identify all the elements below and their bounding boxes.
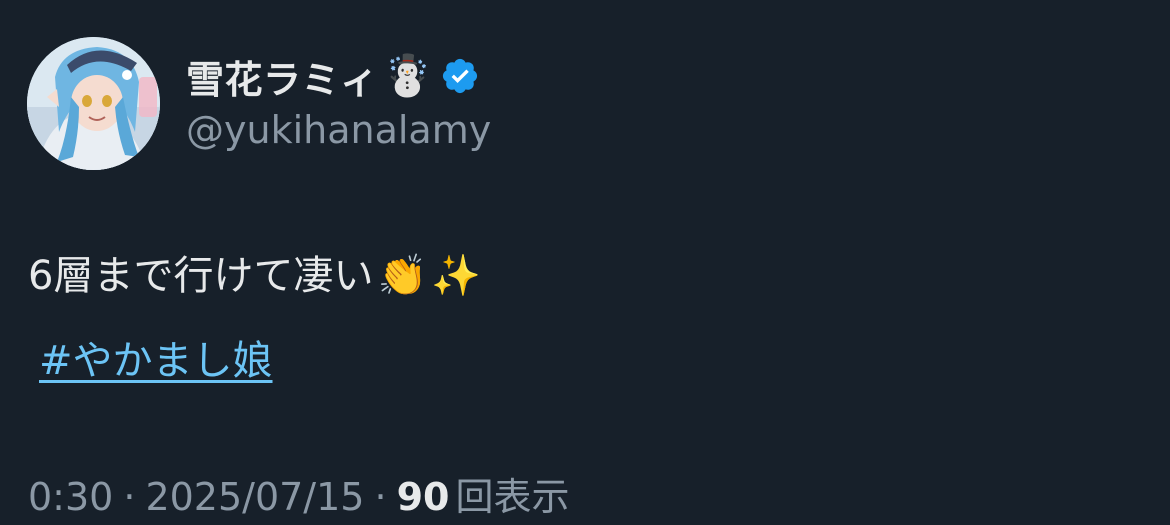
- tweet-time[interactable]: 0:30: [28, 475, 113, 519]
- clapping-hands-emoji-icon: 👏: [377, 253, 428, 299]
- meta-separator: ·: [374, 475, 387, 519]
- sparkles-emoji-icon: ✨: [431, 253, 482, 299]
- tweet-meta: 0:30 · 2025/07/15 · 90 回表示: [28, 466, 569, 521]
- hashtag-link[interactable]: #やかまし娘: [39, 328, 273, 386]
- avatar-image-icon: [27, 37, 160, 170]
- author-handle[interactable]: @yukihanalamy: [186, 108, 491, 152]
- meta-separator: ·: [123, 475, 136, 519]
- tweet-text-content: 6層まで行けて凄い: [28, 253, 374, 299]
- author-name-row[interactable]: 雪花ラミィ ☃️: [186, 48, 480, 104]
- views-label: 回表示: [455, 475, 570, 519]
- tweet-text: 6層まで行けて凄い 👏 ✨: [28, 248, 481, 304]
- avatar[interactable]: [27, 37, 160, 170]
- author-display-name[interactable]: 雪花ラミィ: [186, 49, 379, 104]
- tweet-card: 雪花ラミィ ☃️ @yukihanalamy 6層まで行けて凄い 👏 ✨ #やか…: [0, 0, 1170, 525]
- views-count[interactable]: 90: [397, 475, 450, 519]
- verified-badge-icon: [440, 56, 480, 96]
- snowman-emoji-icon: ☃️: [382, 53, 433, 99]
- tweet-date[interactable]: 2025/07/15: [145, 475, 364, 519]
